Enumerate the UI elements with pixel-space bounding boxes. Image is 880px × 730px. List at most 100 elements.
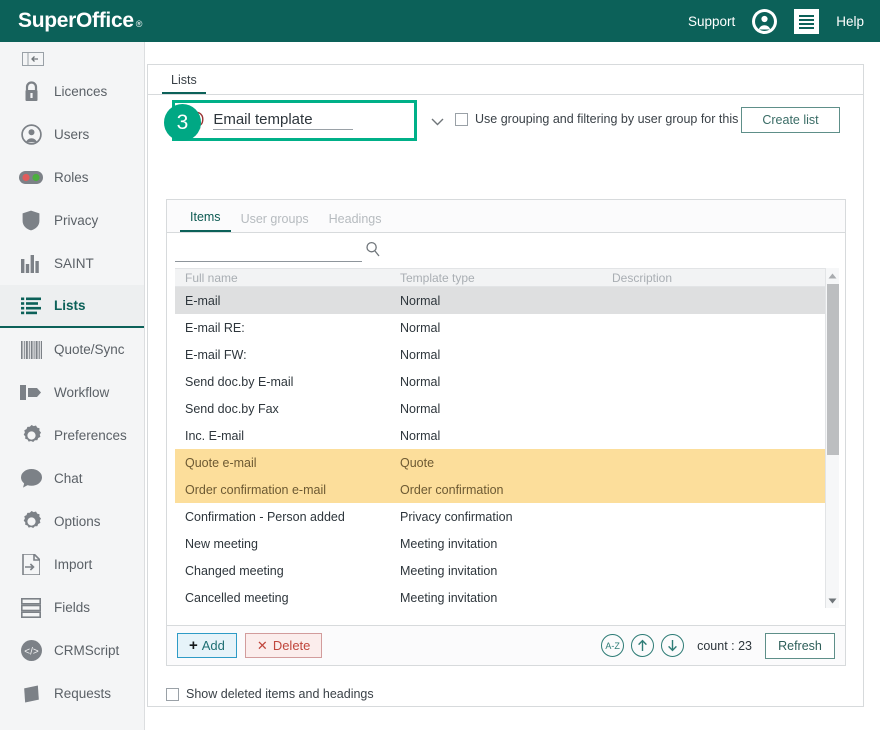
- support-link[interactable]: Support: [688, 14, 735, 29]
- sidebar-item-label: Licences: [54, 84, 107, 99]
- column-header-template-type[interactable]: Template type: [400, 271, 612, 285]
- cell-template-type: Normal: [400, 348, 612, 362]
- table-row[interactable]: E-mail RE:Normal: [175, 314, 825, 341]
- tab-items[interactable]: Items: [180, 210, 231, 232]
- table-row[interactable]: Inc. E-mailNormal: [175, 422, 825, 449]
- cell-full-name: New meeting: [185, 537, 400, 551]
- tab-headings[interactable]: Headings: [319, 212, 392, 232]
- item-count-label: count : 23: [697, 639, 752, 653]
- delete-button[interactable]: ✕ Delete: [245, 633, 322, 658]
- chevron-down-icon[interactable]: [431, 113, 444, 131]
- sidebar-item-roles[interactable]: Roles: [0, 156, 144, 199]
- cell-template-type: Order confirmation: [400, 483, 612, 497]
- table-row[interactable]: Order confirmation e-mailOrder confirmat…: [175, 476, 825, 503]
- grid-row-list: E-mailNormalE-mail RE:NormalE-mail FW:No…: [175, 287, 825, 611]
- show-deleted-checkbox[interactable]: [166, 688, 179, 701]
- search-icon[interactable]: [365, 241, 381, 262]
- table-row[interactable]: Changed meetingMeeting invitation: [175, 557, 825, 584]
- sidebar-item-label: Requests: [54, 686, 111, 701]
- search-input[interactable]: [175, 244, 362, 262]
- sidebar-item-quote-sync[interactable]: Quote/Sync: [0, 328, 144, 371]
- sidebar-item-label: Users: [54, 127, 89, 142]
- refresh-button[interactable]: Refresh: [765, 633, 835, 659]
- grid-scrollbar[interactable]: [825, 268, 839, 608]
- cell-full-name: Inc. E-mail: [185, 429, 400, 443]
- sidebar-item-saint[interactable]: SAINT: [0, 242, 144, 285]
- app-header: SuperOffice ® Support Help: [0, 0, 880, 42]
- tab-lists[interactable]: Lists: [162, 73, 206, 94]
- table-row[interactable]: Confirmation - Person addedPrivacy confi…: [175, 503, 825, 530]
- cell-full-name: Order confirmation e-mail: [185, 483, 400, 497]
- svg-text:</>: </>: [24, 647, 39, 658]
- create-list-button[interactable]: Create list: [741, 107, 840, 133]
- use-grouping-checkbox-row[interactable]: Use grouping and filtering by user group…: [455, 112, 757, 126]
- collapse-panel-icon[interactable]: [22, 51, 44, 66]
- sidebar-item-preferences[interactable]: Preferences: [0, 414, 144, 457]
- sidebar-item-label: Fields: [54, 600, 90, 615]
- sidebar-item-chat[interactable]: Chat: [0, 457, 144, 500]
- cell-template-type: Normal: [400, 402, 612, 416]
- sidebar-item-licences[interactable]: Licences: [0, 70, 144, 113]
- column-header-description[interactable]: Description: [612, 271, 792, 285]
- sort-az-button[interactable]: A-Z: [601, 634, 624, 657]
- table-row[interactable]: E-mail FW:Normal: [175, 341, 825, 368]
- cell-template-type: Quote: [400, 456, 612, 470]
- email-template-selector[interactable]: @ Email template: [172, 100, 417, 141]
- move-down-button[interactable]: [661, 634, 684, 657]
- cell-template-type: Normal: [400, 294, 612, 308]
- padlock-icon: [16, 81, 46, 102]
- barcode-icon: [16, 341, 46, 359]
- table-row[interactable]: E-mailNormal: [175, 287, 825, 314]
- sidebar-item-options[interactable]: Options: [0, 500, 144, 543]
- scroll-up-arrow-icon[interactable]: [826, 268, 839, 283]
- sidebar-item-users[interactable]: Users: [0, 113, 144, 156]
- hamburger-menu-icon[interactable]: [794, 9, 819, 34]
- sidebar-nav: Licences Users RolesPrivacy SAINT Lists Quote…: [0, 42, 145, 730]
- step-badge-3: 3: [164, 104, 201, 141]
- scrollbar-thumb[interactable]: [827, 284, 839, 455]
- sidebar-item-privacy[interactable]: Privacy: [0, 199, 144, 242]
- add-button[interactable]: + Add: [177, 633, 237, 658]
- cell-full-name: E-mail RE:: [185, 321, 400, 335]
- sidebar-item-fields[interactable]: Fields: [0, 586, 144, 629]
- table-row[interactable]: Quote e-mailQuote: [175, 449, 825, 476]
- toggle-pill-icon: [16, 171, 46, 184]
- table-row[interactable]: Send doc.by FaxNormal: [175, 395, 825, 422]
- grid-toolbar-right: A-Z count : 23 Refresh: [601, 633, 835, 659]
- grid-body: Full nameTemplate typeDescription E-mail…: [175, 268, 825, 608]
- scroll-down-arrow-icon[interactable]: [826, 593, 839, 608]
- move-up-button[interactable]: [631, 634, 654, 657]
- cell-template-type: Meeting invitation: [400, 537, 612, 551]
- sidebar-item-workflow[interactable]: Workflow: [0, 371, 144, 414]
- list-selector-row: 3 @ Email template Use grouping and filt…: [148, 95, 863, 150]
- sidebar-item-label: SAINT: [54, 256, 94, 271]
- add-button-label: Add: [202, 638, 225, 653]
- cell-full-name: Send doc.by Fax: [185, 402, 400, 416]
- sidebar-item-requests[interactable]: Requests: [0, 672, 144, 715]
- sidebar-item-import[interactable]: Import: [0, 543, 144, 586]
- sidebar-item-crmscript[interactable]: </>CRMScript: [0, 629, 144, 672]
- help-link[interactable]: Help: [836, 14, 864, 29]
- sidebar-item-label: Quote/Sync: [54, 342, 125, 357]
- sidebar-item-lists[interactable]: Lists: [0, 285, 144, 328]
- sidebar-item-label: Chat: [54, 471, 83, 486]
- table-row[interactable]: New meetingMeeting invitation: [175, 530, 825, 557]
- cell-template-type: Meeting invitation: [400, 591, 612, 605]
- table-row[interactable]: Cancelled meetingMeeting invitation: [175, 584, 825, 611]
- user-avatar-icon[interactable]: [752, 9, 777, 34]
- items-grid: Full nameTemplate typeDescription E-mail…: [175, 268, 839, 608]
- plus-icon: +: [189, 637, 198, 654]
- show-deleted-row[interactable]: Show deleted items and headings: [166, 687, 374, 701]
- grid-toolbar: + Add ✕ Delete A-Z: [167, 625, 845, 665]
- tab-user-groups[interactable]: User groups: [231, 212, 319, 232]
- column-header-full-name[interactable]: Full name: [185, 271, 400, 285]
- sidebar-item-label: Workflow: [54, 385, 109, 400]
- use-grouping-checkbox[interactable]: [455, 113, 468, 126]
- gear-icon: [16, 511, 46, 532]
- cell-full-name: E-mail: [185, 294, 400, 308]
- cell-template-type: Privacy confirmation: [400, 510, 612, 524]
- cell-template-type: Normal: [400, 429, 612, 443]
- table-row[interactable]: Send doc.by E-mailNormal: [175, 368, 825, 395]
- logo-registered-mark: ®: [136, 19, 142, 29]
- speech-bubble-icon: [16, 469, 46, 488]
